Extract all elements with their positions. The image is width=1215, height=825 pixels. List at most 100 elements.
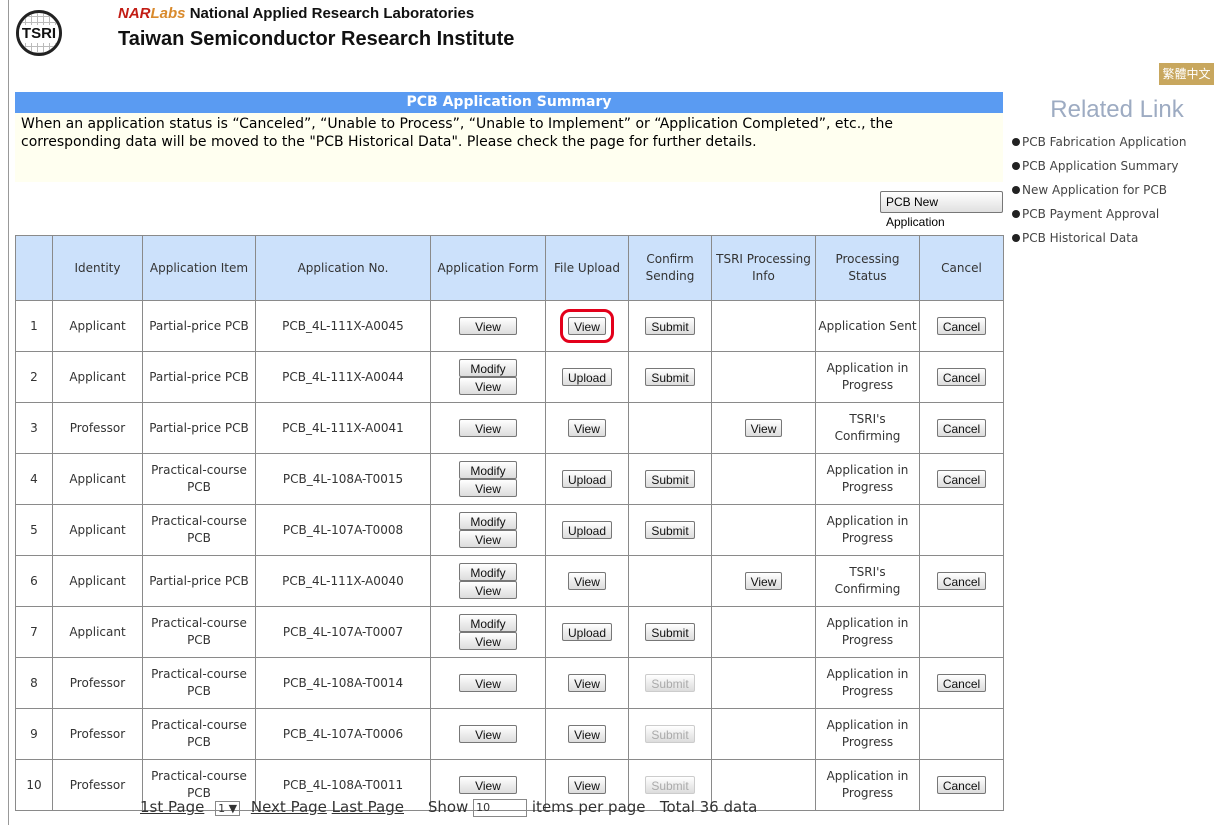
first-page-link[interactable]: 1st Page: [140, 798, 204, 816]
show-label: Show: [427, 798, 469, 816]
related-link-label: PCB Historical Data: [1022, 231, 1139, 245]
table-row: 9 Professor Practical-course PCB PCB_4L-107…: [15, 708, 1004, 760]
view-form-button[interactable]: View: [459, 776, 517, 794]
row-number-cell: 5: [15, 504, 53, 556]
application-no-cell: PCB_4L-107A-T0006: [255, 708, 431, 760]
table-row: 1 Applicant Partial-price PCB PCB_4L-111X-A…: [15, 300, 1004, 352]
view-form-button[interactable]: View: [459, 317, 517, 335]
processing-status-cell: Application in Progress: [815, 657, 920, 709]
view-form-button[interactable]: View: [459, 632, 517, 650]
new-application-button[interactable]: PCB New Application: [880, 191, 1003, 229]
related-link-item[interactable]: PCB Fabrication Application: [1012, 130, 1212, 154]
identity-cell: Applicant: [52, 504, 143, 556]
upload-button[interactable]: Upload: [561, 622, 613, 641]
confirm-sending-cell: Submit: [628, 453, 712, 505]
tsri-info-cell: [711, 351, 816, 403]
application-no-cell: PCB_4L-111X-A0041: [255, 402, 431, 454]
view-upload-button[interactable]: View: [568, 418, 606, 437]
identity-cell: Applicant: [52, 453, 143, 505]
confirm-sending-cell: Submit: [628, 351, 712, 403]
per-page-input[interactable]: 10: [473, 798, 528, 817]
modify-button[interactable]: Modify: [459, 512, 517, 530]
view-upload-button[interactable]: View: [568, 673, 606, 692]
application-form-cell: Modify View: [430, 504, 546, 556]
narlabs-name: National Applied Research Laboratories: [189, 5, 475, 22]
application-form-cell: View: [430, 300, 546, 352]
submit-button[interactable]: Submit: [645, 520, 695, 539]
cancel-cell: Cancel: [919, 657, 1004, 709]
view-upload-button[interactable]: View: [568, 724, 606, 743]
last-page-link[interactable]: Last Page: [332, 798, 404, 816]
identity-cell: Applicant: [52, 555, 143, 607]
processing-status-cell: Application in Progress: [815, 759, 920, 811]
view-form-button[interactable]: View: [459, 674, 517, 692]
related-link-label: PCB Fabrication Application: [1022, 135, 1187, 149]
file-upload-cell: View: [545, 708, 629, 760]
page-select[interactable]: 1 ▼: [215, 801, 241, 816]
application-no-cell: PCB_4L-108A-T0014: [255, 657, 431, 709]
cancel-button[interactable]: Cancel: [936, 367, 987, 386]
cancel-cell: Cancel: [919, 555, 1004, 607]
cancel-cell: [919, 606, 1004, 658]
cancel-button[interactable]: Cancel: [936, 571, 987, 590]
column-header: Confirm Sending: [628, 235, 712, 301]
cancel-button[interactable]: Cancel: [936, 775, 987, 794]
submit-button[interactable]: Submit: [645, 367, 695, 386]
application-no-cell: PCB_4L-108A-T0015: [255, 453, 431, 505]
tsri-info-cell: [711, 657, 816, 709]
upload-button[interactable]: Upload: [561, 520, 613, 539]
related-link-item[interactable]: New Application for PCB: [1012, 178, 1212, 202]
cancel-button[interactable]: Cancel: [936, 469, 987, 488]
upload-button[interactable]: Upload: [561, 367, 613, 386]
file-upload-cell: Upload: [545, 351, 629, 403]
summary-notice: When an application status is “Canceled”…: [15, 113, 1003, 182]
cancel-cell: Cancel: [919, 402, 1004, 454]
view-form-button[interactable]: View: [459, 581, 517, 599]
application-item-cell: Practical-course PCB: [142, 708, 256, 760]
view-form-button[interactable]: View: [459, 377, 517, 395]
cancel-cell: Cancel: [919, 453, 1004, 505]
view-upload-button[interactable]: View: [560, 308, 614, 343]
processing-status-cell: Application in Progress: [815, 504, 920, 556]
modify-button[interactable]: Modify: [459, 359, 517, 377]
column-header: Cancel: [919, 235, 1004, 301]
column-header: File Upload: [545, 235, 629, 301]
view-form-button[interactable]: View: [459, 419, 517, 437]
related-links-panel: Related Link PCB Fabrication Application…: [1012, 96, 1212, 250]
column-header: Identity: [52, 235, 143, 301]
modify-button[interactable]: Modify: [459, 461, 517, 479]
row-number-cell: 7: [15, 606, 53, 658]
application-table: Identity Application Item Application No. A…: [15, 235, 1004, 811]
submit-button[interactable]: Submit: [645, 622, 695, 641]
main-content: PCB Application Summary When an applicat…: [15, 92, 1004, 811]
view-upload-button[interactable]: View: [568, 775, 606, 794]
related-link-item[interactable]: PCB Historical Data: [1012, 226, 1212, 250]
processing-status-cell: TSRI's Confirming: [815, 555, 920, 607]
view-form-button[interactable]: View: [459, 530, 517, 548]
modify-button[interactable]: Modify: [459, 563, 517, 581]
view-form-button[interactable]: View: [459, 725, 517, 743]
application-form-cell: Modify View: [430, 555, 546, 607]
language-switch-button[interactable]: 繁體中文: [1159, 63, 1214, 85]
submit-button[interactable]: Submit: [645, 469, 695, 488]
tsri-info-view-button[interactable]: View: [744, 418, 783, 437]
application-item-cell: Partial-price PCB: [142, 351, 256, 403]
related-link-label: PCB Application Summary: [1022, 159, 1179, 173]
tsri-info-view-button[interactable]: View: [744, 571, 783, 590]
cancel-cell: [919, 708, 1004, 760]
related-link-item[interactable]: PCB Payment Approval: [1012, 202, 1212, 226]
cancel-cell: Cancel: [919, 759, 1004, 811]
view-form-button[interactable]: View: [459, 479, 517, 497]
cancel-button[interactable]: Cancel: [936, 418, 987, 437]
cancel-button[interactable]: Cancel: [936, 316, 987, 335]
upload-button[interactable]: Upload: [561, 469, 613, 488]
identity-cell: Applicant: [52, 606, 143, 658]
next-page-link[interactable]: Next Page: [251, 798, 327, 816]
tsri-logo[interactable]: TSRI: [16, 10, 62, 56]
submit-button[interactable]: Submit: [645, 316, 695, 335]
modify-button[interactable]: Modify: [459, 614, 517, 632]
cancel-button[interactable]: Cancel: [936, 673, 987, 692]
row-number-cell: 10: [15, 759, 53, 811]
related-link-item[interactable]: PCB Application Summary: [1012, 154, 1212, 178]
view-upload-button[interactable]: View: [568, 571, 606, 590]
